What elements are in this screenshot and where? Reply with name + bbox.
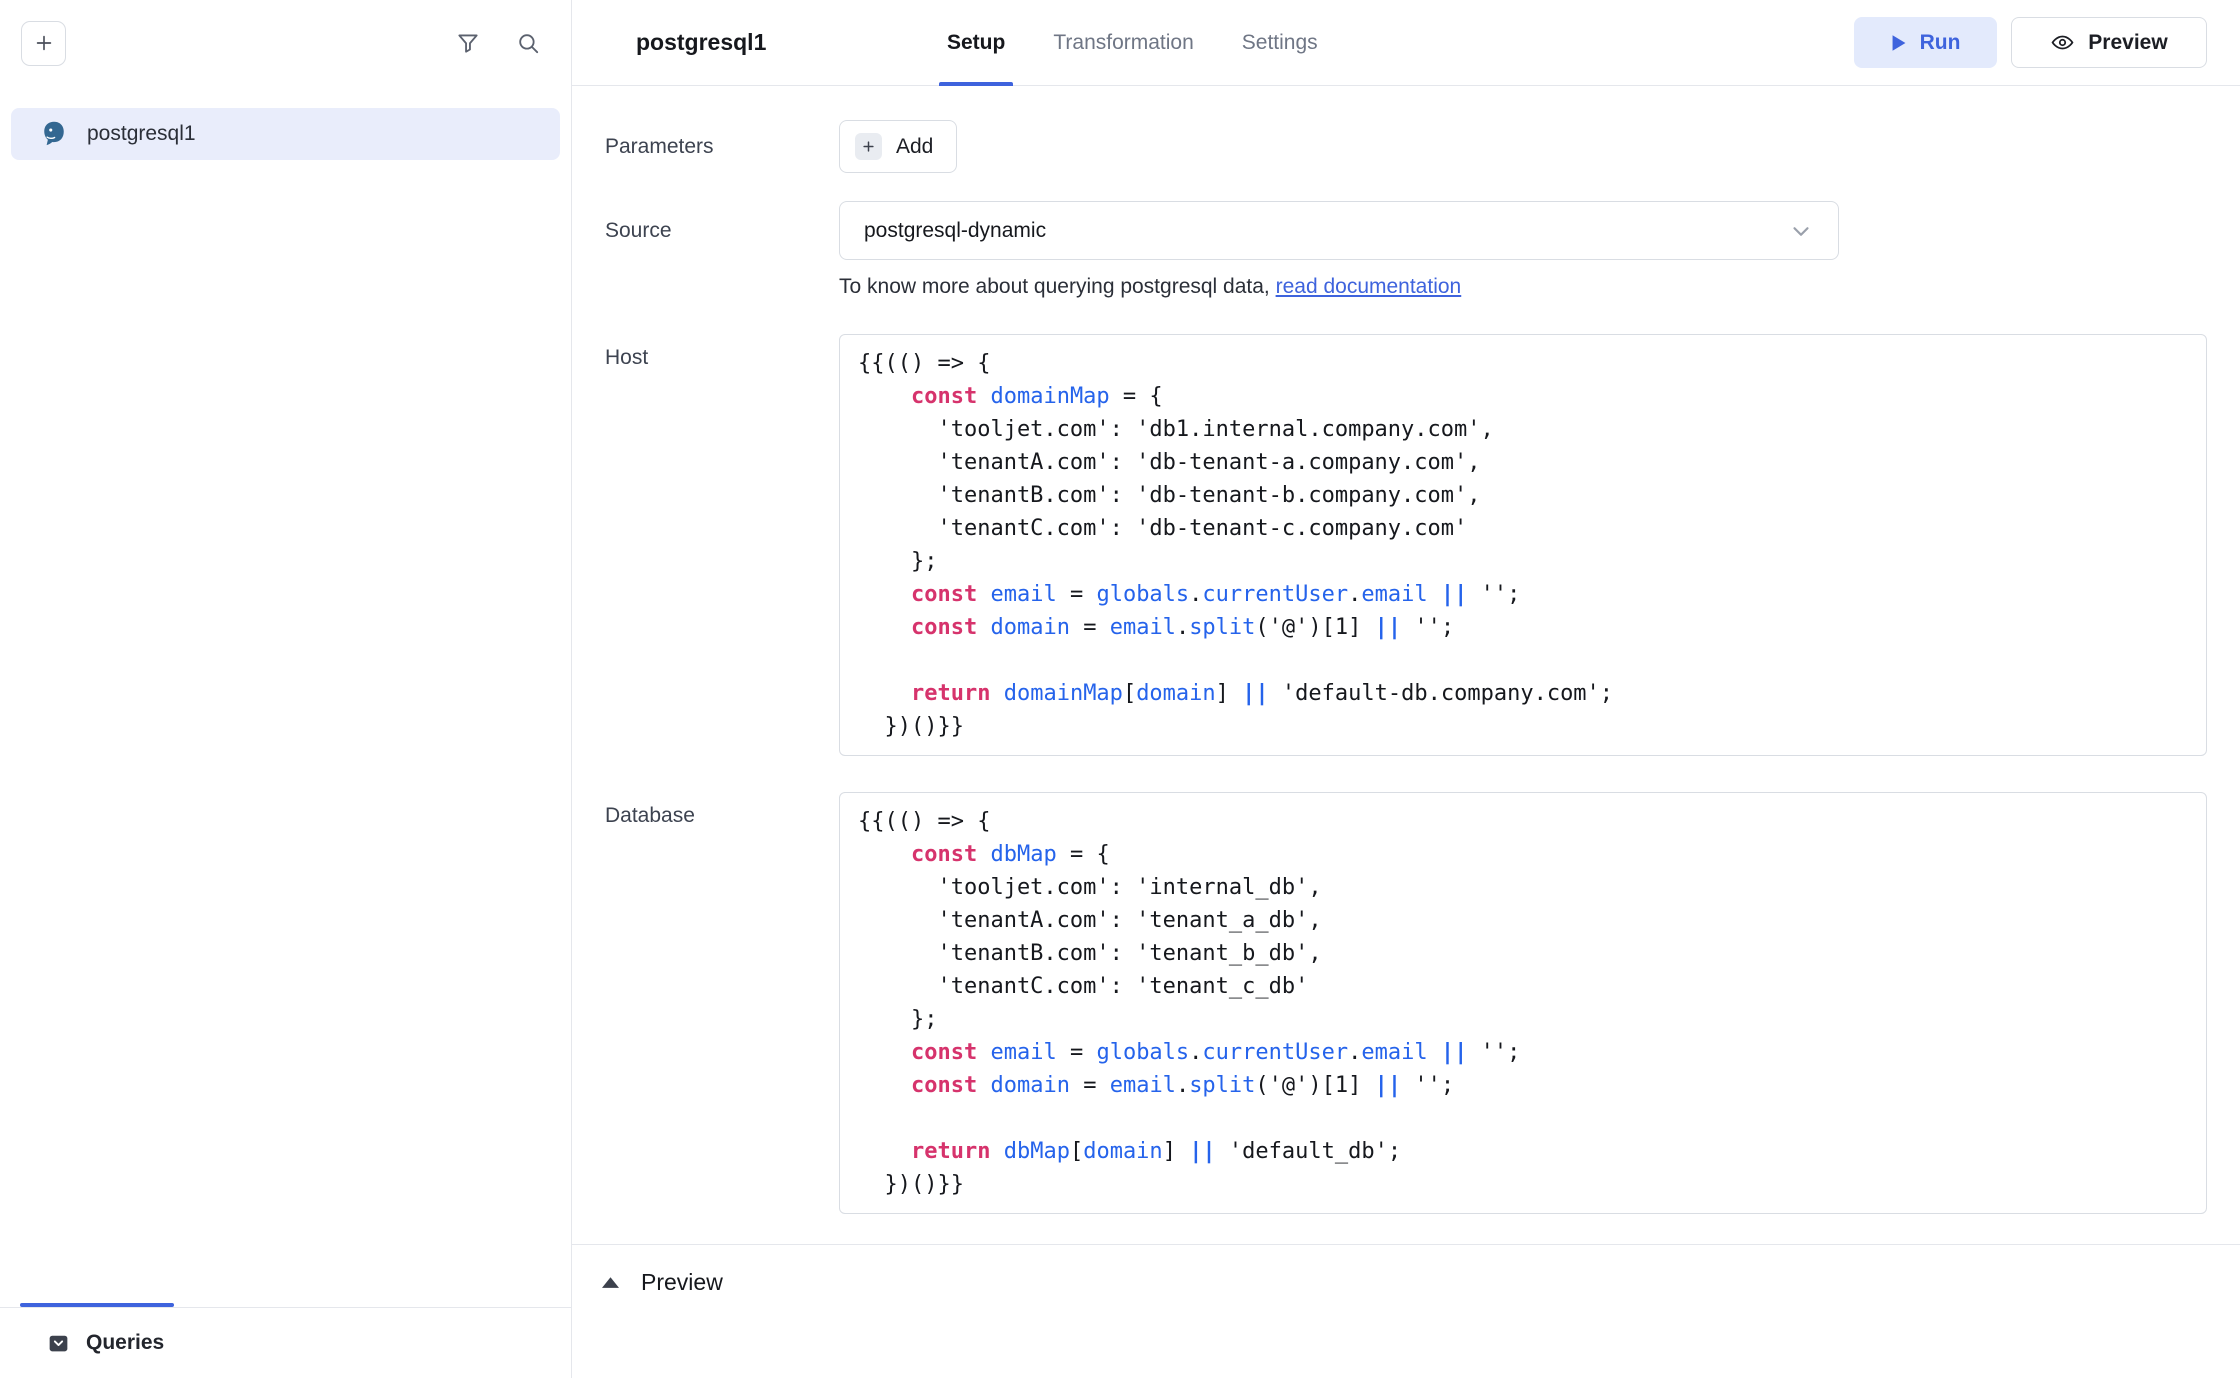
collapse-icon <box>602 1277 619 1288</box>
preview-section-title: Preview <box>641 1269 723 1296</box>
setup-form: Parameters Add Source postgresql-dynamic <box>572 86 2240 1296</box>
source-label: Source <box>605 201 839 299</box>
tab-transformation[interactable]: Transformation <box>1053 0 1193 85</box>
queries-icon <box>46 1331 71 1356</box>
source-help-prefix: To know more about querying postgresql d… <box>839 275 1276 298</box>
query-title: postgresql1 <box>636 29 766 56</box>
preview-button[interactable]: Preview <box>2011 17 2207 68</box>
queries-tab[interactable]: Queries <box>0 1307 571 1378</box>
host-label: Host <box>605 334 839 756</box>
tab-settings-label: Settings <box>1242 31 1318 55</box>
query-list-item-label: postgresql1 <box>87 122 196 146</box>
postgresql-icon <box>39 119 69 149</box>
search-icon[interactable] <box>515 30 541 56</box>
plus-icon <box>33 32 55 54</box>
tab-transformation-label: Transformation <box>1053 31 1193 55</box>
plus-icon <box>855 133 882 160</box>
source-select[interactable]: postgresql-dynamic <box>839 201 1839 260</box>
add-parameter-button[interactable]: Add <box>839 120 957 173</box>
source-help-text: To know more about querying postgresql d… <box>839 275 1839 299</box>
active-tab-indicator <box>20 1303 174 1307</box>
run-button[interactable]: Run <box>1854 17 1997 68</box>
query-editor-header: postgresql1 Setup Transformation Setting… <box>572 0 2240 86</box>
preview-section-toggle[interactable]: Preview <box>602 1245 2207 1296</box>
database-row: Database {{(() => { const dbMap = { 'too… <box>605 792 2207 1214</box>
add-query-button[interactable] <box>21 21 66 66</box>
tab-setup-label: Setup <box>947 31 1005 55</box>
parameters-row: Parameters Add <box>605 120 2207 173</box>
parameters-label: Parameters <box>605 120 839 173</box>
database-code-editor[interactable]: {{(() => { const dbMap = { 'tooljet.com'… <box>839 792 2207 1214</box>
source-row: Source postgresql-dynamic To know more a… <box>605 201 2207 299</box>
query-list-item[interactable]: postgresql1 <box>11 108 560 160</box>
query-list: postgresql1 <box>0 86 571 1307</box>
source-select-value: postgresql-dynamic <box>864 219 1046 243</box>
query-editor-panel: postgresql1 Setup Transformation Setting… <box>572 0 2240 1378</box>
play-icon <box>1891 34 1907 52</box>
filter-icon[interactable] <box>455 30 481 56</box>
eye-icon <box>2050 30 2075 55</box>
sidebar-header <box>0 0 571 86</box>
source-field: postgresql-dynamic To know more about qu… <box>839 201 1839 299</box>
add-parameter-label: Add <box>896 135 933 159</box>
preview-button-label: Preview <box>2088 31 2167 55</box>
tab-settings[interactable]: Settings <box>1242 0 1318 85</box>
tab-setup[interactable]: Setup <box>947 0 1005 85</box>
database-label: Database <box>605 792 839 1214</box>
host-code-editor[interactable]: {{(() => { const domainMap = { 'tooljet.… <box>839 334 2207 756</box>
run-button-label: Run <box>1920 31 1961 55</box>
host-row: Host {{(() => { const domainMap = { 'too… <box>605 334 2207 756</box>
queries-tab-label: Queries <box>86 1331 164 1355</box>
editor-tabs: Setup Transformation Settings <box>947 0 1318 85</box>
read-documentation-link[interactable]: read documentation <box>1276 275 1462 298</box>
query-sidebar: postgresql1 Queries <box>0 0 572 1378</box>
chevron-down-icon <box>1788 218 1814 244</box>
